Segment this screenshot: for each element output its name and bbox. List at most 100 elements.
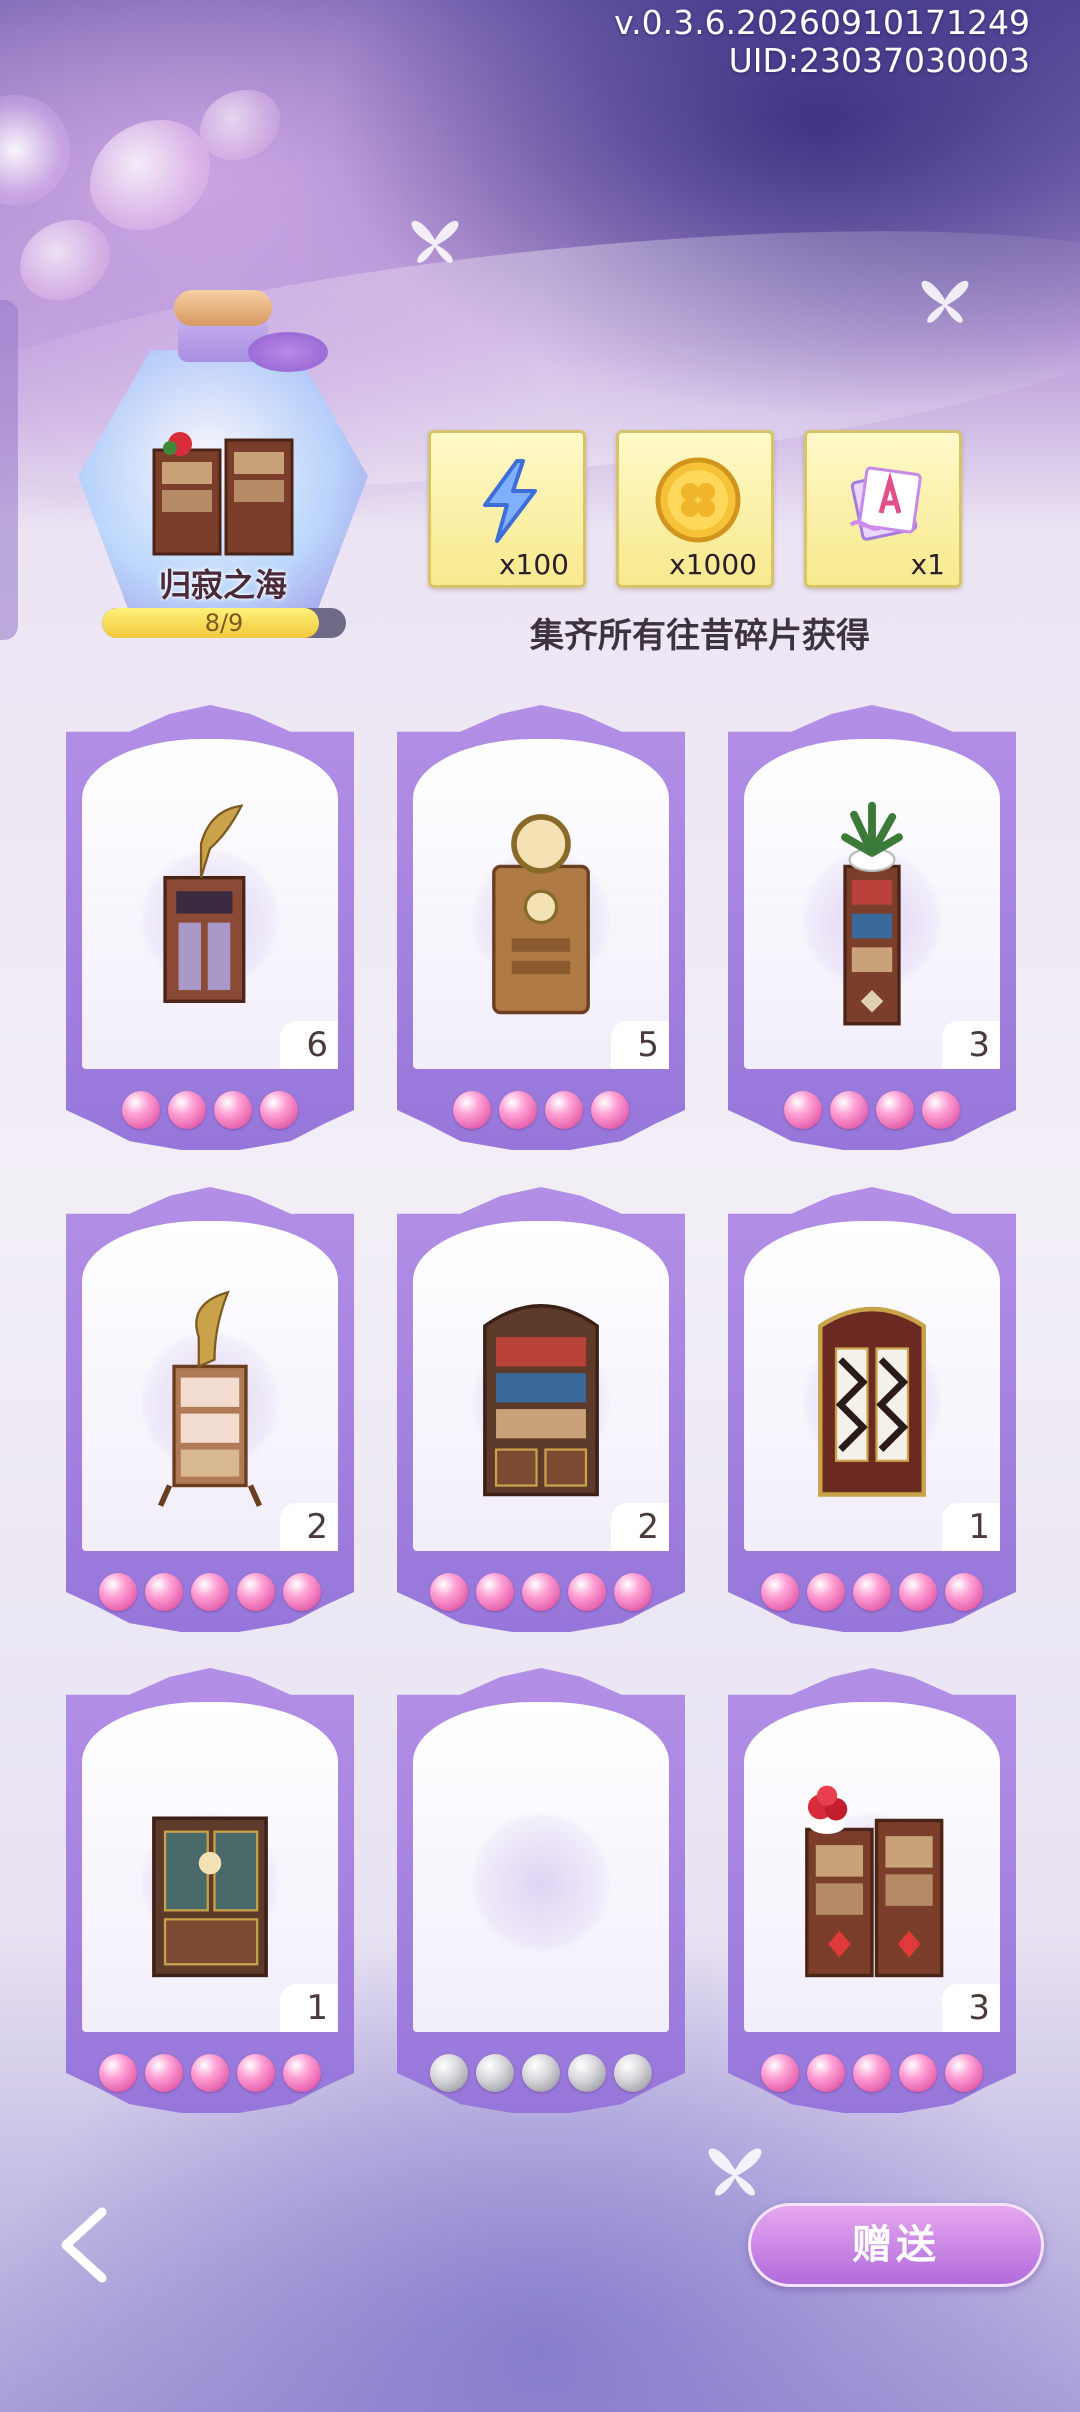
fragment-count: 2 xyxy=(280,1503,338,1551)
pink-gem-icon xyxy=(145,2054,183,2092)
glass-display-cabinet-icon xyxy=(152,1816,268,1978)
star-gem-row xyxy=(728,1573,1016,1611)
star-gem-row xyxy=(397,2054,685,2092)
pink-gem-icon xyxy=(568,1573,606,1611)
card-artwork-area xyxy=(413,739,669,1069)
fragment-count: 3 xyxy=(942,1021,1000,1069)
fragment-count: 1 xyxy=(942,1503,1000,1551)
card-artwork-area xyxy=(82,1221,338,1551)
pink-gem-icon xyxy=(545,1091,583,1129)
pink-gem-icon xyxy=(145,1573,183,1611)
fragment-card[interactable]: 3 xyxy=(728,1668,1016,2113)
butterfly-icon xyxy=(411,220,459,263)
pink-gem-icon xyxy=(899,2054,937,2092)
pink-gem-icon xyxy=(945,1573,983,1611)
ribbon-bow-icon xyxy=(248,332,328,372)
pink-gem-icon xyxy=(122,1091,160,1129)
double-bookcase-with-roses-icon xyxy=(805,1785,944,1978)
fragment-count: 6 xyxy=(280,1021,338,1069)
pink-gem-icon xyxy=(807,1573,845,1611)
pink-gem-icon xyxy=(853,1573,891,1611)
pink-gem-icon xyxy=(807,2054,845,2092)
cork-icon xyxy=(174,290,272,326)
clock-cabinet-icon xyxy=(492,814,590,1015)
pink-gem-icon xyxy=(591,1091,629,1129)
version-info: v.0.3.6.20260910171249 UID:23037030003 xyxy=(614,4,1030,80)
reward-list: x100 x1000 x1 xyxy=(428,430,962,588)
progress-text: 8/9 xyxy=(204,609,244,637)
pink-gem-icon xyxy=(237,2054,275,2092)
star-gem-row xyxy=(66,2054,354,2092)
pink-gem-icon xyxy=(830,1091,868,1129)
reward-qty: x1 xyxy=(910,548,945,581)
petal-decoration xyxy=(200,90,280,160)
pink-gem-icon xyxy=(876,1091,914,1129)
letter-card-icon xyxy=(849,466,922,541)
fragment-card[interactable]: 2 xyxy=(66,1187,354,1632)
tall-bookcase-icon xyxy=(483,1304,599,1497)
gold-clover-coin-icon xyxy=(655,457,741,543)
reward-caption: 集齐所有往昔碎片获得 xyxy=(530,616,870,656)
reward-qty: x100 xyxy=(498,548,569,581)
pink-gem-icon xyxy=(761,1573,799,1611)
pink-gem-icon xyxy=(761,2054,799,2092)
card-artwork-area xyxy=(413,1221,669,1551)
pink-gem-icon xyxy=(784,1091,822,1129)
petal-decoration xyxy=(20,220,110,300)
reward-letter-card[interactable]: x1 xyxy=(804,430,962,588)
gramophone-display-shelf-icon xyxy=(157,1290,263,1507)
fragment-count: 1 xyxy=(280,1984,338,2032)
gray-gem-icon xyxy=(522,2054,560,2092)
fragment-count: 5 xyxy=(611,1021,669,1069)
back-button[interactable] xyxy=(50,2200,130,2290)
butterfly-icon xyxy=(708,2148,762,2196)
fragment-card[interactable]: 1 xyxy=(66,1668,354,2113)
decorative-orb xyxy=(0,95,70,205)
fragment-card[interactable]: 5 xyxy=(397,705,685,1150)
pink-gem-icon xyxy=(283,1573,321,1611)
fragment-card[interactable] xyxy=(397,1668,685,2113)
collection-bottle[interactable]: 归寂之海 8/9 xyxy=(78,290,368,640)
pink-gem-icon xyxy=(499,1091,537,1129)
star-gem-row xyxy=(66,1091,354,1129)
uid-text: UID:23037030003 xyxy=(728,41,1030,80)
card-artwork-area xyxy=(744,1221,1000,1551)
pink-gem-icon xyxy=(899,1573,937,1611)
ornate-wardrobe-icon xyxy=(818,1306,926,1497)
pink-gem-icon xyxy=(99,1573,137,1611)
reward-energy[interactable]: x100 xyxy=(428,430,586,588)
star-gem-row xyxy=(66,1573,354,1611)
narrow-bookshelf-with-plant-icon xyxy=(841,801,903,1026)
side-drawer-handle[interactable] xyxy=(0,300,18,640)
bookcase-preview-icon xyxy=(152,432,294,556)
pink-gem-icon xyxy=(522,1573,560,1611)
pink-gem-icon xyxy=(214,1091,252,1129)
pink-gem-icon xyxy=(945,2054,983,2092)
star-gem-row xyxy=(728,2054,1016,2092)
pink-gem-icon xyxy=(853,2054,891,2092)
pink-gem-icon xyxy=(614,1573,652,1611)
lightning-energy-icon xyxy=(483,459,537,543)
reward-coin[interactable]: x1000 xyxy=(616,430,774,588)
fragment-card[interactable]: 1 xyxy=(728,1187,1016,1632)
screen: v.0.3.6.20260910171249 UID:23037030003 归… xyxy=(0,0,1080,2412)
pink-gem-icon xyxy=(260,1091,298,1129)
reward-qty: x1000 xyxy=(669,548,757,581)
fragment-card[interactable]: 2 xyxy=(397,1187,685,1632)
pink-gem-icon xyxy=(430,1573,468,1611)
collection-name: 归寂之海 xyxy=(158,566,287,604)
card-artwork-area xyxy=(82,739,338,1069)
pink-gem-icon xyxy=(453,1091,491,1129)
gray-gem-icon xyxy=(568,2054,606,2092)
flower-watermark-icon xyxy=(471,1812,611,1952)
petal-decoration xyxy=(90,120,210,230)
gift-button[interactable]: 赠送 xyxy=(748,2203,1044,2287)
fragment-card[interactable]: 6 xyxy=(66,705,354,1150)
fragment-card[interactable]: 3 xyxy=(728,705,1016,1150)
pink-gem-icon xyxy=(191,2054,229,2092)
fragment-count: 3 xyxy=(942,1984,1000,2032)
card-artwork-area xyxy=(413,1702,669,2032)
butterfly-icon xyxy=(921,280,969,323)
pink-gem-icon xyxy=(191,1573,229,1611)
pink-gem-icon xyxy=(283,2054,321,2092)
